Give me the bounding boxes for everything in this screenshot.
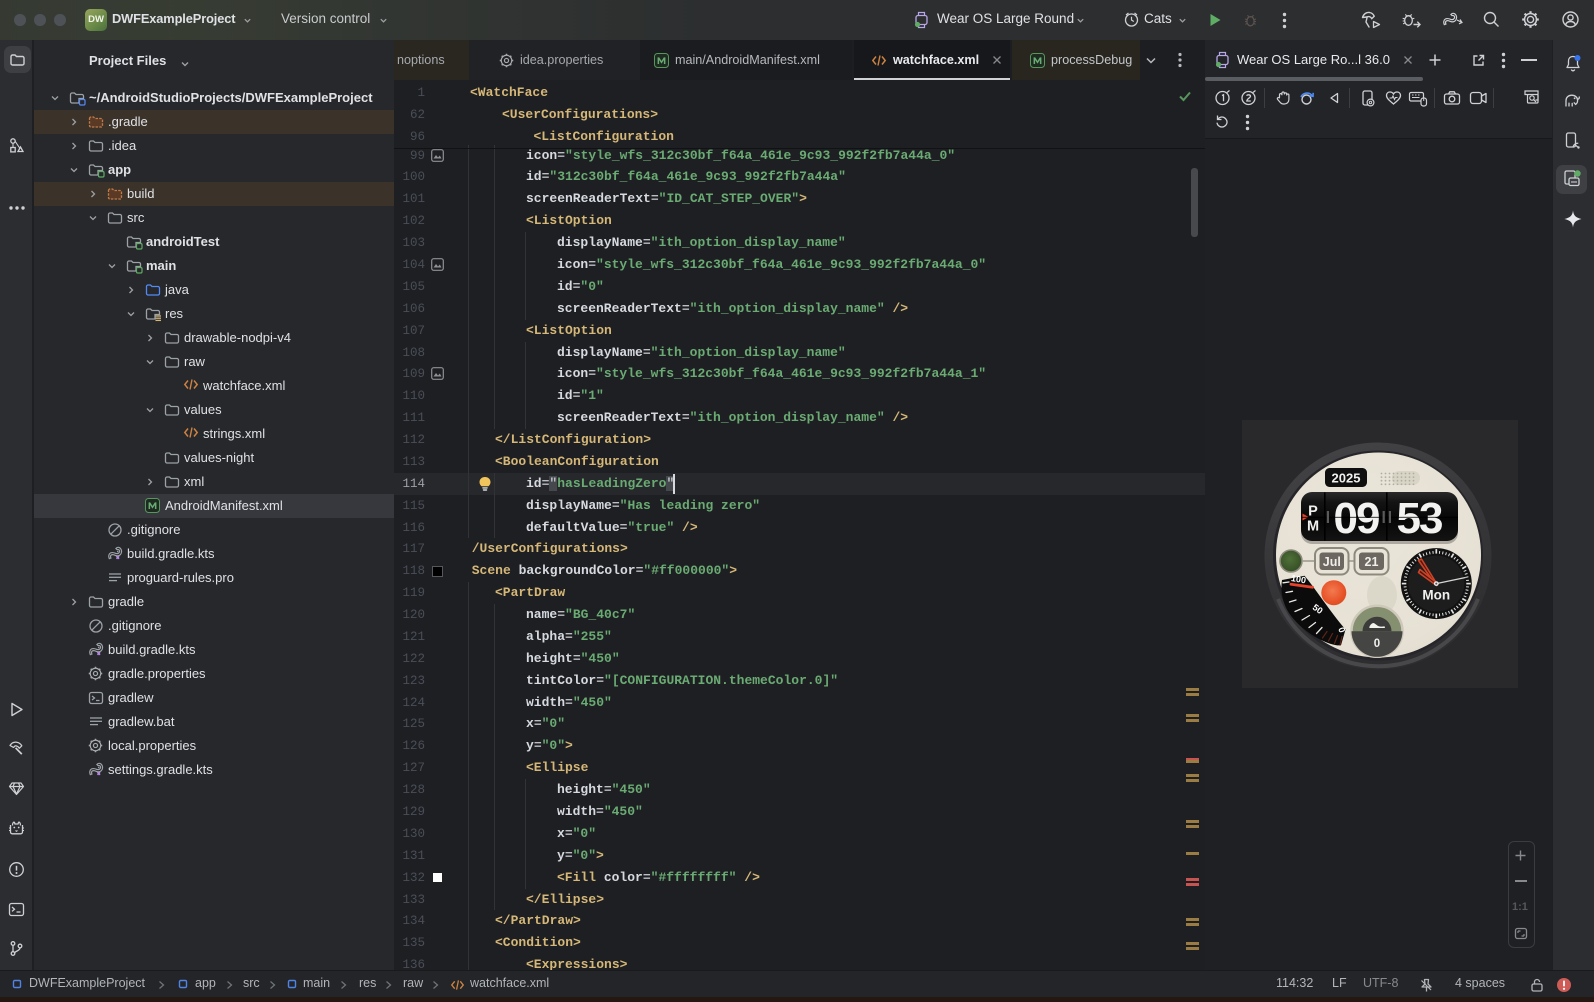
- svg-text:09: 09: [1334, 494, 1379, 543]
- svg-text:Mon: Mon: [1422, 588, 1450, 603]
- svg-text:21: 21: [1365, 555, 1379, 569]
- svg-text:M: M: [1307, 519, 1319, 535]
- svg-text:Jul: Jul: [1323, 555, 1341, 569]
- svg-text:53: 53: [1397, 494, 1442, 543]
- svg-text:0: 0: [1374, 638, 1380, 650]
- svg-text:2025: 2025: [1332, 471, 1361, 486]
